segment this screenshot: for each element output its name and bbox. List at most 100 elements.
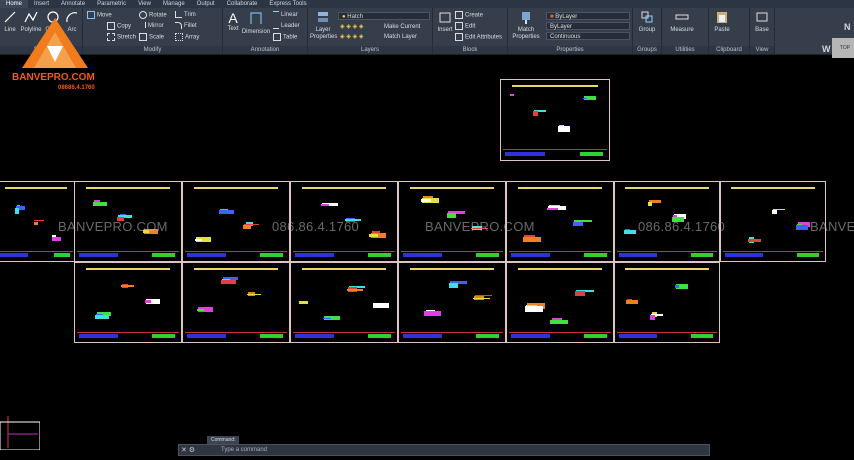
drawing-element [221,280,236,284]
group-button[interactable]: Group [635,10,659,34]
title-block-green [152,333,175,338]
layer-properties-button[interactable]: Layer Properties [310,10,337,41]
drawing-sheet[interactable] [506,262,614,343]
fillet-tool[interactable]: Fillet [175,22,197,30]
linetype-dropdown[interactable]: ByLayer [546,22,630,30]
rotate-icon [139,11,147,19]
rotate-tool[interactable]: Rotate [139,11,167,20]
dimension-icon [250,12,262,24]
tab-collaborate[interactable]: Collaborate [221,0,264,8]
match-properties-label: Match Properties [512,27,540,40]
create-block-button[interactable]: Create [455,11,483,20]
table-tool[interactable]: Table [273,33,297,42]
stretch-label: Stretch [117,34,137,41]
color-dropdown[interactable]: ■ ByLayer [546,12,630,20]
drawing-element [144,300,152,304]
trim-tool[interactable]: Trim [175,11,196,19]
command-line[interactable]: Command: ✕ ⚙ Type a command [178,436,710,456]
title-block-blue [295,333,334,338]
utilities-panel: Measure Utilities [662,8,709,54]
title-block-blue [403,333,442,338]
drawing-sheet[interactable] [500,79,610,161]
leader-label: Leader [281,23,300,30]
viewcube-top-face[interactable]: TOP [832,38,854,58]
insert-block-icon [439,12,451,23]
array-tool[interactable]: Array [175,33,199,42]
properties-panel-title[interactable]: Properties [508,46,632,54]
title-block-green [476,333,499,338]
dimension-tool[interactable]: Dimension [241,10,271,36]
tab-express-tools[interactable]: Express Tools [263,0,312,8]
layer-tools-icons-2[interactable]: ◈ ◈ ◈ ◈ [340,33,363,41]
color-dropdown-value: ByLayer [555,14,578,20]
base-button[interactable]: Base [752,10,772,34]
view-panel-title[interactable]: View [750,46,774,54]
layer-dropdown-value: Hatch [347,14,363,20]
insert-button[interactable]: Insert [435,10,455,34]
mirror-label: Mirror [148,23,164,29]
layers-panel-title[interactable]: Layers [308,46,432,54]
scale-label: Scale [149,34,165,41]
drawing-element [448,282,459,289]
array-icon [175,33,183,41]
tab-parametric[interactable]: Parametric [91,0,132,8]
title-block [293,331,395,340]
drawing-sheet[interactable] [74,262,182,343]
measure-button[interactable]: Measure [666,10,698,34]
tab-manage[interactable]: Manage [157,0,191,8]
sheet-title-line [85,267,171,270]
close-icon[interactable]: ✕ ⚙ [181,446,195,454]
base-label: Base [755,27,769,33]
drawing-sheet[interactable] [614,262,720,343]
title-block-green [54,252,71,257]
edit-attributes-button[interactable]: Edit Attributes [455,33,502,42]
title-block [401,331,503,340]
block-panel: Insert Create Edit Edit Attributes Block [433,8,508,54]
groups-panel-title[interactable]: Groups [633,46,661,54]
utilities-panel-title[interactable]: Utilities [662,46,708,54]
make-current-button[interactable]: Make Current [384,23,420,31]
tab-insert[interactable]: Insert [28,0,55,8]
paste-button[interactable]: Paste [711,10,733,34]
tab-output[interactable]: Output [191,0,221,8]
layer-dropdown[interactable]: ● Hatch [338,12,430,20]
title-block [617,331,717,340]
tab-home[interactable]: Home [0,0,29,8]
sheet-title-line [517,267,603,270]
sheet-title-line [193,267,279,270]
drawing-canvas[interactable]: BANVEPRO.COM 086.86.4.1760 BANVEPRO.COM 086… [0,55,854,444]
linear-label: Linear [281,12,298,19]
title-block [401,250,503,259]
layer-tools-icons[interactable]: ◈ ◈ ◈ ◈ [340,23,363,31]
command-input[interactable]: Type a command [221,446,267,455]
leader-tool[interactable]: Leader [273,22,300,30]
viewcube[interactable]: N W TOP [816,22,854,82]
match-properties-button[interactable]: Match Properties [510,10,542,41]
tab-annotate[interactable]: Annotate [55,0,91,8]
match-layer-button[interactable]: Match Layer [384,33,417,41]
drawing-element [194,238,203,242]
scale-tool[interactable]: Scale [139,33,164,42]
tab-view[interactable]: View [132,0,157,8]
leader-icon [273,22,279,29]
drawing-element [219,210,234,214]
drawing-sheet[interactable] [398,262,506,343]
annotation-panel-title[interactable]: Annotation [223,46,307,54]
group-label: Group [638,27,656,33]
title-block [77,250,179,259]
mirror-tool[interactable]: Mirror [139,22,164,30]
clipboard-panel-title[interactable]: Clipboard [709,46,749,54]
edit-block-button[interactable]: Edit [455,22,475,31]
drawing-element [120,285,135,288]
linear-tool[interactable]: Linear [273,11,298,19]
drawing-sheet[interactable] [290,262,398,343]
title-block-blue [725,252,763,257]
text-tool[interactable]: A Text [225,10,241,33]
drawing-sheet[interactable] [182,262,290,343]
block-panel-title[interactable]: Block [433,46,507,54]
ribbon-tab-bar: Home Insert Annotate Parametric View Manage Ou… [0,0,854,8]
linear-icon [273,11,279,18]
lineweight-dropdown[interactable]: Continuous [546,32,630,40]
fillet-icon [175,22,182,29]
edit-icon [455,22,463,30]
